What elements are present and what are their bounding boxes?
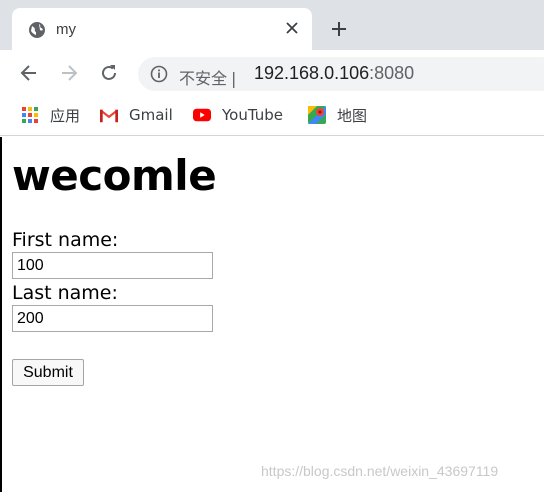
- browser-tab[interactable]: my: [12, 8, 312, 50]
- bookmark-label: 地图: [337, 106, 368, 125]
- bookmark-apps[interactable]: 应用: [21, 104, 80, 126]
- apps-grid-icon: [21, 106, 39, 124]
- url-text[interactable]: 192.168.0.106:8080: [254, 63, 414, 84]
- submit-button[interactable]: Submit: [12, 359, 84, 386]
- bookmark-label: Gmail: [129, 106, 173, 124]
- tab-strip: my: [0, 0, 544, 50]
- youtube-icon: [193, 106, 211, 124]
- address-bar[interactable]: 不安全 | 192.168.0.106:8080: [138, 57, 544, 91]
- browser-toolbar: 不安全 | 192.168.0.106:8080: [0, 50, 544, 98]
- bookmark-youtube[interactable]: YouTube: [193, 104, 283, 126]
- forward-arrow-icon[interactable]: [56, 60, 82, 86]
- bookmark-label: 应用: [50, 106, 81, 125]
- first-name-label: First name:: [12, 229, 119, 251]
- bookmarks-bar: 应用 Gmail YouTube 地图: [0, 98, 544, 136]
- page-title: wecomle: [12, 151, 217, 200]
- new-tab-icon[interactable]: [328, 18, 350, 40]
- watermark: https://blog.csdn.net/weixin_43697119: [261, 463, 499, 479]
- url-port: :8080: [369, 63, 415, 83]
- bookmark-maps[interactable]: 地图: [308, 104, 367, 126]
- url-host: 192.168.0.106: [254, 63, 370, 83]
- first-name-input[interactable]: [12, 252, 213, 279]
- info-icon[interactable]: [150, 65, 168, 83]
- security-label[interactable]: 不安全 |: [179, 65, 236, 89]
- maps-icon: [308, 106, 326, 124]
- security-separator: |: [231, 69, 237, 88]
- tab-title: my: [56, 21, 76, 38]
- back-arrow-icon[interactable]: [16, 60, 42, 86]
- last-name-label: Last name:: [12, 282, 118, 304]
- last-name-input[interactable]: [12, 305, 213, 332]
- globe-icon: [28, 21, 46, 39]
- reload-icon[interactable]: [96, 60, 122, 86]
- close-tab-icon[interactable]: [282, 18, 302, 38]
- bookmark-label: YouTube: [222, 106, 283, 124]
- gmail-icon: [100, 106, 118, 124]
- page-content: wecomle First name: Last name: Submit ht…: [0, 137, 544, 492]
- bookmark-gmail[interactable]: Gmail: [100, 104, 173, 126]
